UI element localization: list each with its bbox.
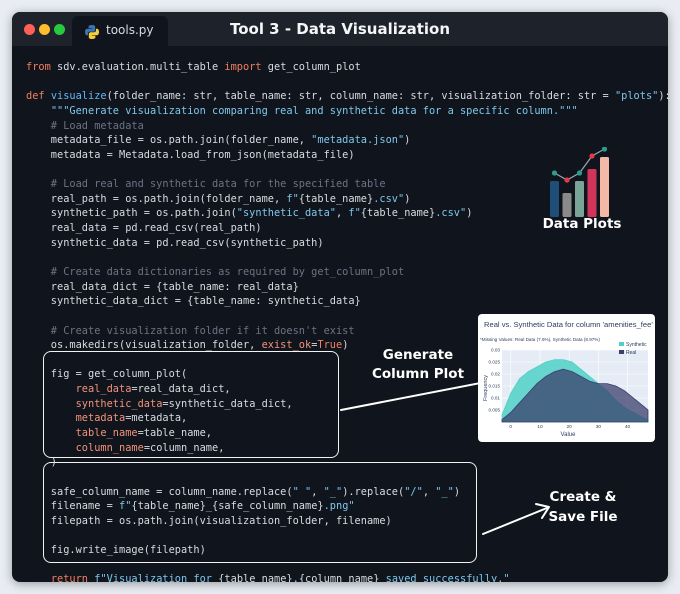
code-token: metadata = Metadata.load_from_json(metad… [26,148,355,161]
save-file-highlight [43,462,477,563]
code-line: return f"Visualization for {table_name}.… [26,572,668,582]
icon-bar [587,169,597,217]
code-token: get_column_plot [267,61,361,73]
y-tick-label: 0.03 [491,348,500,353]
window-title: Tool 3 - Data Visualization [229,20,451,38]
code-token: os.makedirs(visualization_folder, [26,339,262,352]
code-line: metadata_file = os.path.join(folder_name… [26,133,668,148]
code-token: ): [658,90,668,103]
icon-dot [564,177,570,183]
code-window: tools.py Tool 3 - Data Visualization fro… [12,12,668,582]
code-token: # Create data dictionaries as required b… [26,265,405,278]
code-token: sdv.evaluation.multi_table [57,61,225,73]
code-token: return [50,573,95,582]
arrow-icon [482,503,550,535]
code-line: """Generate visualization comparing real… [26,104,668,119]
code-token: exist_ok [261,339,312,352]
code-token: (folder_name: str, table_name: str, colu… [106,90,615,103]
code-token: f"Visualization for [94,573,219,582]
code-token: synthetic_path = os.path.join( [26,207,237,220]
x-axis-label: Value [561,432,577,438]
code-token: synthetic_data = pd.read_csv(synthetic_p… [26,236,324,249]
code-line: synthetic_data = pd.read_csv(synthetic_p… [26,236,668,251]
save-label-line2: Save File [548,509,618,525]
x-tick-label: 40 [625,424,631,430]
icon-dot [576,170,583,176]
column-plot: Real vs. Synthetic Data for column 'amen… [480,320,653,438]
legend-swatch-synthetic [619,342,624,346]
code-token: ) [404,192,411,205]
icon-dot [589,153,595,159]
generate-label-line1: Generate [382,347,454,363]
y-tick-label: 0.005 [489,408,501,413]
code-token: real_path = os.path.join(folder_name, [26,192,287,205]
y-tick-label: 0.015 [489,384,501,389]
icon-bar [562,193,572,217]
bar-chart-icon [550,147,609,217]
code-token: f" [348,207,361,220]
chart-title: Real vs. Synthetic Data for column 'amen… [484,320,653,329]
code-token: """Generate visualization comparing real… [50,104,578,117]
y-tick-label: 0.02 [491,372,500,377]
code-token: visualize [50,90,107,103]
code-token: {column_name} [298,573,380,582]
code-token: "metadata.json" [311,134,405,147]
x-tick-label: 20 [566,424,572,430]
legend-swatch-real [619,350,624,354]
data-plots-label: Data Plots [542,216,622,232]
code-token: f" [286,192,299,205]
icon-dot [551,170,558,176]
code-token: {table_name} [298,192,374,205]
create-label-line1: Create & [549,489,617,505]
code-token: ) [404,134,411,147]
code-token: synthetic_data_dict = {table_name: synth… [26,295,361,308]
icon-bar [550,181,559,217]
code-line: # Load metadata [26,119,668,134]
icon-bar [600,157,609,217]
code-token: {table_name} [360,207,436,220]
code-token: "synthetic_data" [236,207,336,220]
code-token: saved successfully." [379,573,510,582]
code-token: # Load real and synthetic data for the s… [26,178,386,191]
code-line: from sdv.evaluation.multi_table import g… [26,60,668,75]
code-line: def visualize(folder_name: str, table_na… [26,89,668,104]
x-tick-label: 10 [537,424,543,430]
code-token: metadata_file = os.path.join(folder_name… [26,134,312,147]
code-line: synthetic_data_dict = {table_name: synth… [26,294,668,309]
code-token: real_data_dict = {table_name: real_data} [26,280,299,293]
code-line: real_data_dict = {table_name: real_data} [26,280,668,295]
code-token: .csv" [435,207,467,220]
code-token: ) [466,207,473,220]
code-token: , [335,207,349,220]
code-token: ) [342,339,349,352]
code-token: .csv" [373,192,405,205]
legend-item-synthetic[interactable]: Synthetic [626,342,647,348]
code-token: True [317,339,343,352]
code-token: "plots" [614,90,659,103]
code-line: # Create data dictionaries as required b… [26,265,668,280]
code-token: {table_name} [218,573,293,582]
code-token: # Load metadata [26,119,144,132]
code-token: real_data = pd.read_csv(real_path) [26,222,262,235]
y-tick-label: 0.025 [489,360,501,365]
code-token: # Create visualization folder if it does… [26,324,355,337]
get-column-plot-highlight [43,351,339,458]
x-tick-label: 30 [596,424,602,430]
x-tick-label: 0 [509,424,512,430]
icon-bar [575,181,584,217]
code-token: def [26,90,51,103]
title-bar: tools.py Tool 3 - Data Visualization [12,12,668,46]
y-tick-label: 0.01 [491,396,500,401]
icon-dot [601,147,608,152]
chart-subtitle: *Missing Values: Real Data (7.6%), Synth… [480,337,600,342]
code-token: import [224,61,268,73]
column-plot-card: Real vs. Synthetic Data for column 'amen… [478,314,655,442]
legend-item-real[interactable]: Real [626,350,636,356]
code-token: from [26,61,57,73]
